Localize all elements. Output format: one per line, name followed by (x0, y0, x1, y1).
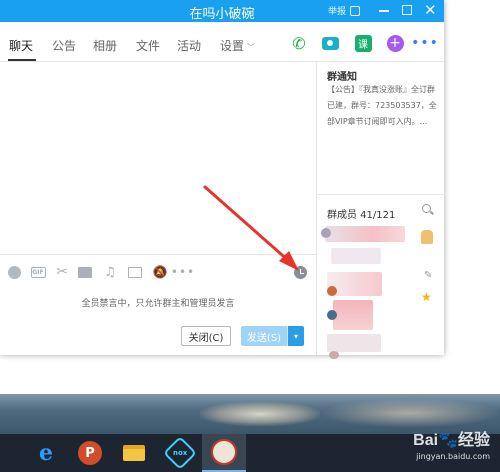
member-item-blurred[interactable] (333, 300, 373, 330)
window-title: 在吗小破碗 (189, 7, 255, 22)
tab-announcement[interactable]: 公告 (52, 37, 76, 54)
powerpoint-icon[interactable]: P (70, 434, 110, 472)
edge-browser-icon[interactable]: e (26, 434, 66, 472)
avatar (321, 228, 331, 238)
group-side-panel: 群通知 【公告】『我真没涨账』全订群已建，群号：723503537，全部VIP章… (316, 62, 445, 359)
avatar (327, 286, 337, 296)
title-bar[interactable]: 在吗小破碗 举报 ✕ (0, 0, 444, 22)
input-toolbar: GIF ✂ ♫ 🔕 ••• (0, 254, 316, 288)
member-item-blurred[interactable] (327, 334, 381, 352)
chat-pane: GIF ✂ ♫ 🔕 ••• 全员禁言中，只允许群主和管理员发言 关闭(C) 发送… (0, 62, 316, 355)
group-nav-bar: 聊天 公告 相册 文件 活动 设置 ﹀ ✆ 课 + ••• (0, 22, 444, 62)
group-chat-window: 在吗小破碗 举报 ✕ 聊天 公告 相册 文件 活动 设置 ﹀ ✆ 课 + ••• … (0, 0, 445, 359)
image-icon[interactable] (127, 265, 143, 279)
group-notice-title: 群通知 (327, 72, 357, 83)
close-icon[interactable]: ✕ (424, 1, 437, 19)
message-log[interactable] (0, 62, 316, 254)
history-clock-icon[interactable] (292, 265, 308, 279)
tab-album[interactable]: 相册 (93, 37, 117, 54)
nox-player-icon[interactable]: nox (160, 434, 200, 472)
avatar (329, 351, 339, 359)
folder-icon[interactable] (77, 265, 93, 279)
minimize-icon[interactable] (379, 10, 389, 12)
maximize-icon[interactable] (402, 5, 412, 15)
bell-muted-icon[interactable]: 🔕 (152, 265, 168, 279)
class-icon[interactable]: 课 (354, 34, 372, 52)
star-icon: ★ (421, 290, 432, 304)
plus-label: + (386, 34, 404, 52)
emoji-icon[interactable] (6, 265, 22, 279)
pen-icon: ✎ (424, 270, 433, 281)
send-options-button[interactable]: ▾ (287, 326, 304, 346)
mute-notice: 全员禁言中，只允许群主和管理员发言 (81, 299, 235, 309)
member-item-blurred[interactable] (331, 248, 381, 264)
member-item-blurred[interactable] (325, 226, 405, 242)
plus-icon[interactable]: + (386, 34, 404, 52)
watermark-url: jingyan.baidu.com (416, 452, 490, 461)
divider (317, 194, 445, 195)
video-icon[interactable] (321, 34, 339, 52)
file-explorer-icon[interactable] (114, 434, 154, 472)
report-link[interactable]: 举报 (328, 4, 346, 17)
members-title: 群成员 41/121 (327, 210, 396, 221)
gif-icon[interactable]: GIF (30, 265, 46, 279)
close-button[interactable]: 关闭(C) (181, 326, 231, 346)
send-button[interactable]: 发送(S) (241, 326, 287, 346)
watermark-logo: Bai🐾经验 (413, 432, 490, 449)
baidu-jingyan-watermark: Bai🐾经验 jingyan.baidu.com (413, 426, 490, 461)
tab-chat[interactable]: 聊天 (9, 37, 33, 54)
phone-icon[interactable]: ✆ (290, 34, 308, 53)
qq-chat-taskbar-icon[interactable] (202, 434, 246, 472)
chevron-down-icon: ﹀ (247, 43, 256, 52)
gif-label: GIF (30, 266, 46, 278)
skin-icon[interactable] (350, 6, 360, 16)
search-icon[interactable] (422, 204, 434, 216)
tab-activity[interactable]: 活动 (177, 37, 201, 54)
tab-files[interactable]: 文件 (136, 37, 160, 54)
owner-badge-icon (421, 230, 433, 244)
more-tools-icon[interactable]: ••• (171, 265, 194, 279)
scissors-icon[interactable]: ✂ (54, 264, 70, 280)
tab-settings[interactable]: 设置 ﹀ (220, 37, 255, 54)
tab-settings-label: 设置 (220, 39, 245, 53)
more-icon[interactable]: ••• (411, 34, 438, 52)
avatar (327, 310, 337, 320)
nox-label: nox (172, 449, 188, 457)
powerpoint-letter: P (78, 441, 102, 465)
class-label: 课 (354, 34, 372, 52)
active-tab-indicator (8, 59, 36, 61)
group-notice-text[interactable]: 【公告】『我真没涨账』全订群已建，群号：723503537，全部VIP章节订阅即… (327, 82, 441, 130)
music-icon[interactable]: ♫ (102, 265, 118, 280)
